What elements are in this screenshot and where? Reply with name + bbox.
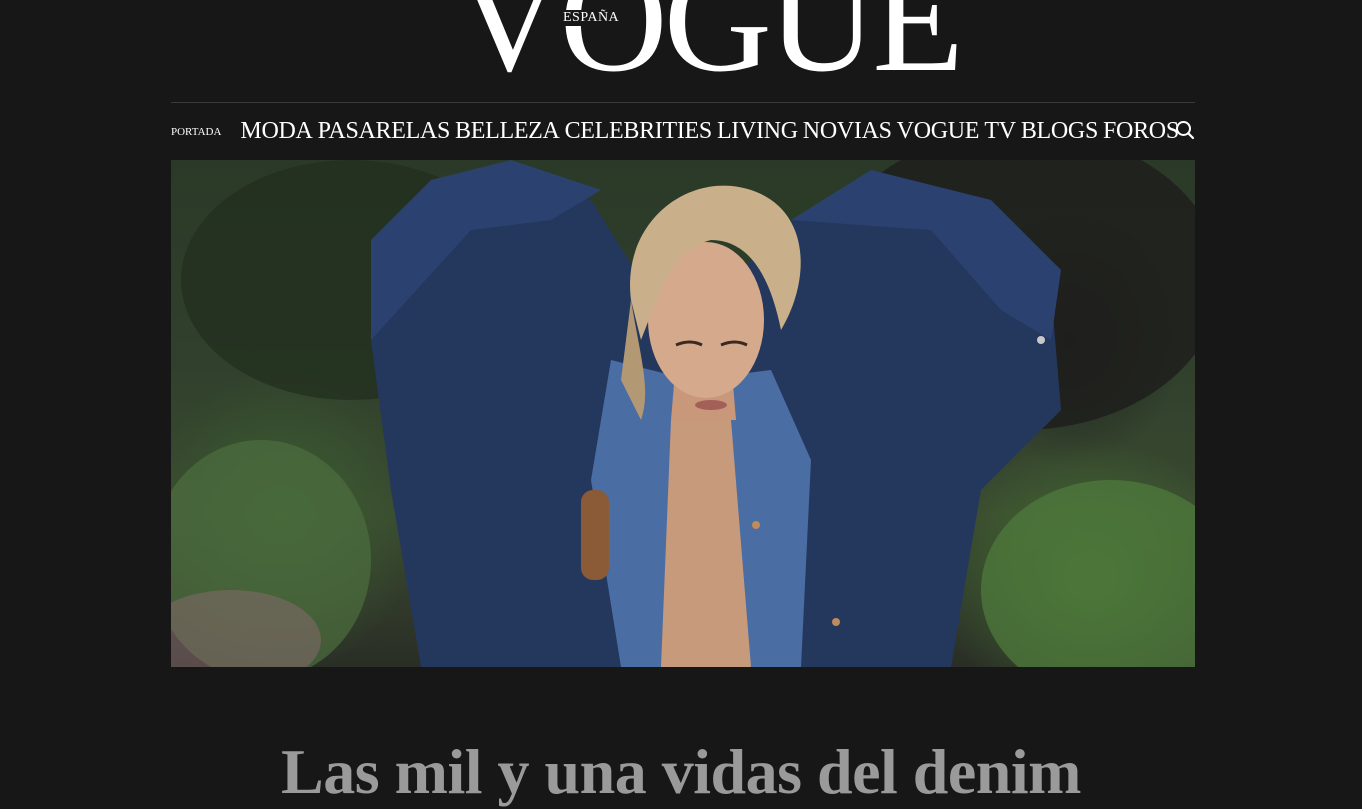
search-icon[interactable] [1175, 120, 1195, 140]
nav-item-vogue-tv[interactable]: VOGUE TV [897, 118, 1016, 145]
nav-item-foros[interactable]: FOROS [1103, 118, 1179, 145]
hero-image[interactable] [171, 160, 1195, 667]
nav-item-living[interactable]: LIVING [717, 118, 798, 145]
hero-photo-illustration [171, 160, 1195, 667]
logo-area: VOGUE ESPAÑA [0, 0, 1362, 100]
header-divider [171, 102, 1195, 103]
nav-item-belleza[interactable]: BELLEZA [455, 118, 560, 145]
nav-item-blogs[interactable]: BLOGS [1021, 118, 1098, 145]
article-headline[interactable]: Las mil y una vidas del denim [0, 735, 1362, 809]
nav-item-portada[interactable]: PORTADA [171, 126, 221, 138]
main-nav: PORTADA MODA PASARELAS BELLEZA CELEBRITI… [171, 104, 1195, 158]
nav-item-pasarelas[interactable]: PASARELAS [318, 118, 451, 145]
nav-item-novias[interactable]: NOVIAS [803, 118, 892, 145]
edition-label: ESPAÑA [562, 10, 621, 26]
nav-item-moda[interactable]: MODA [240, 118, 312, 145]
vogue-logo[interactable]: VOGUE [455, 0, 964, 95]
nav-item-celebrities[interactable]: CELEBRITIES [565, 118, 713, 145]
